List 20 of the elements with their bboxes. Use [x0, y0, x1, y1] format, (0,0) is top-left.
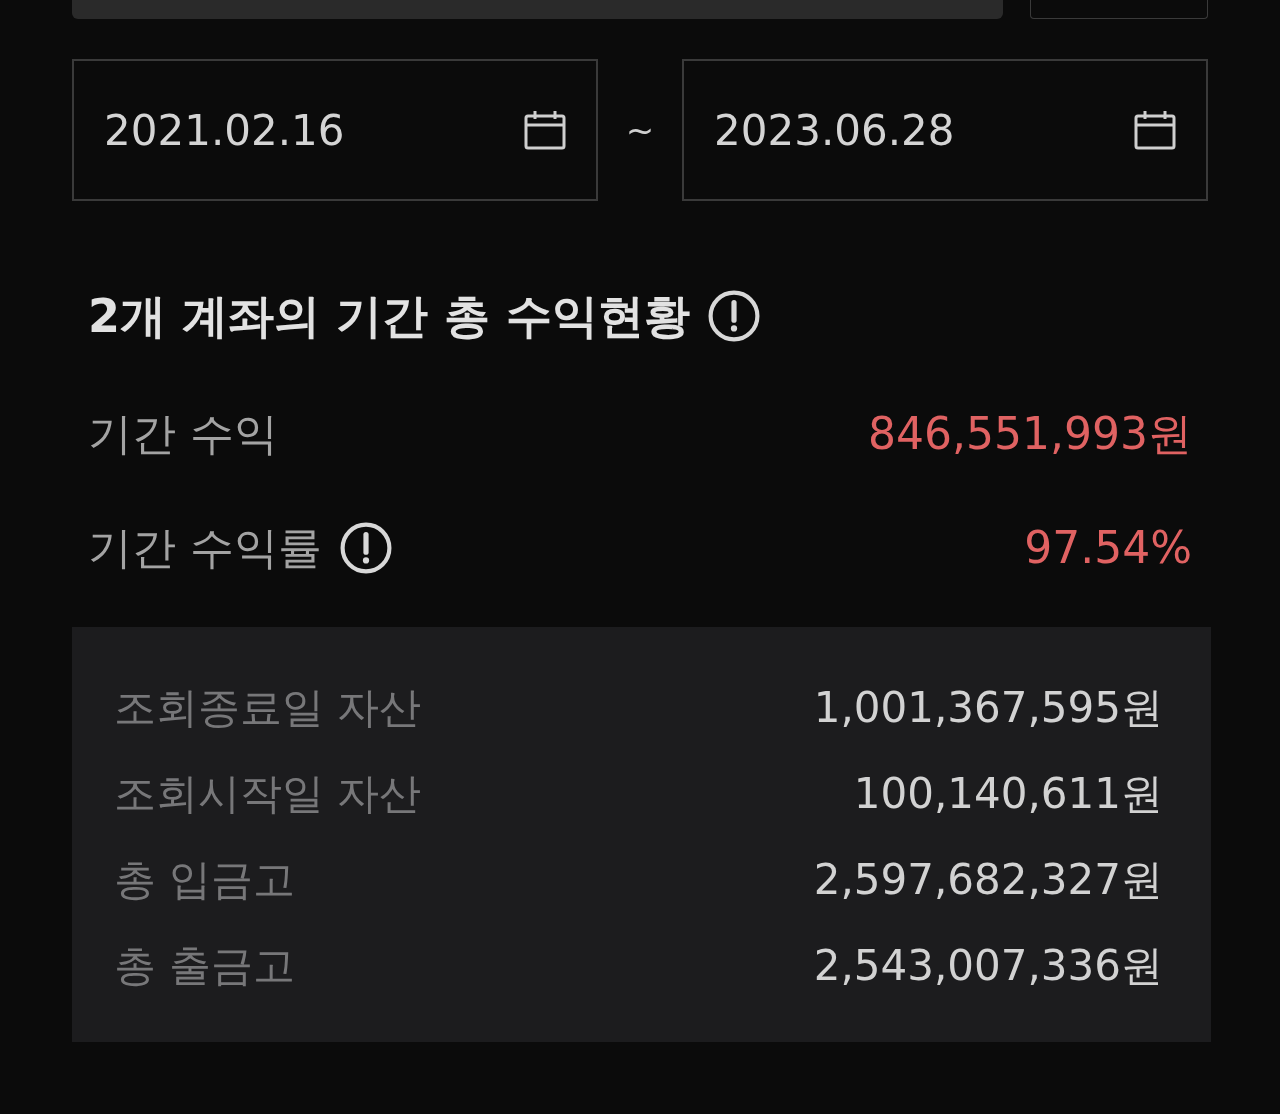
calendar-icon[interactable]	[524, 110, 566, 150]
date-field[interactable]: 2023.06.28	[682, 59, 1208, 201]
info-icon[interactable]	[708, 290, 761, 342]
detail-value: 1,001,367,595원	[813, 681, 1163, 734]
metric-value: 846,551,993원	[868, 407, 1192, 461]
detail-label: 총 출금고	[114, 939, 296, 992]
metric-label: 기간 수익률	[88, 521, 322, 575]
date-field[interactable]: 2021.02.16	[72, 59, 598, 201]
detail-label: 총 입금고	[114, 853, 296, 906]
info-icon[interactable]	[340, 522, 392, 574]
metric-value: 97.54%	[1024, 521, 1192, 575]
detail-value: 100,140,611원	[853, 767, 1163, 820]
detail-label: 조회종료일 자산	[114, 681, 422, 734]
detail-label: 조회시작일 자산	[114, 767, 422, 820]
calendar-icon[interactable]	[1134, 110, 1176, 150]
range-separator: ~	[624, 108, 656, 152]
metric-label: 기간 수익	[88, 407, 278, 461]
detail-value: 2,597,682,327원	[813, 853, 1163, 906]
detail-value: 2,543,007,336원	[813, 939, 1163, 992]
section-title: 2개 계좌의 기간 총 수익현황	[88, 287, 691, 345]
